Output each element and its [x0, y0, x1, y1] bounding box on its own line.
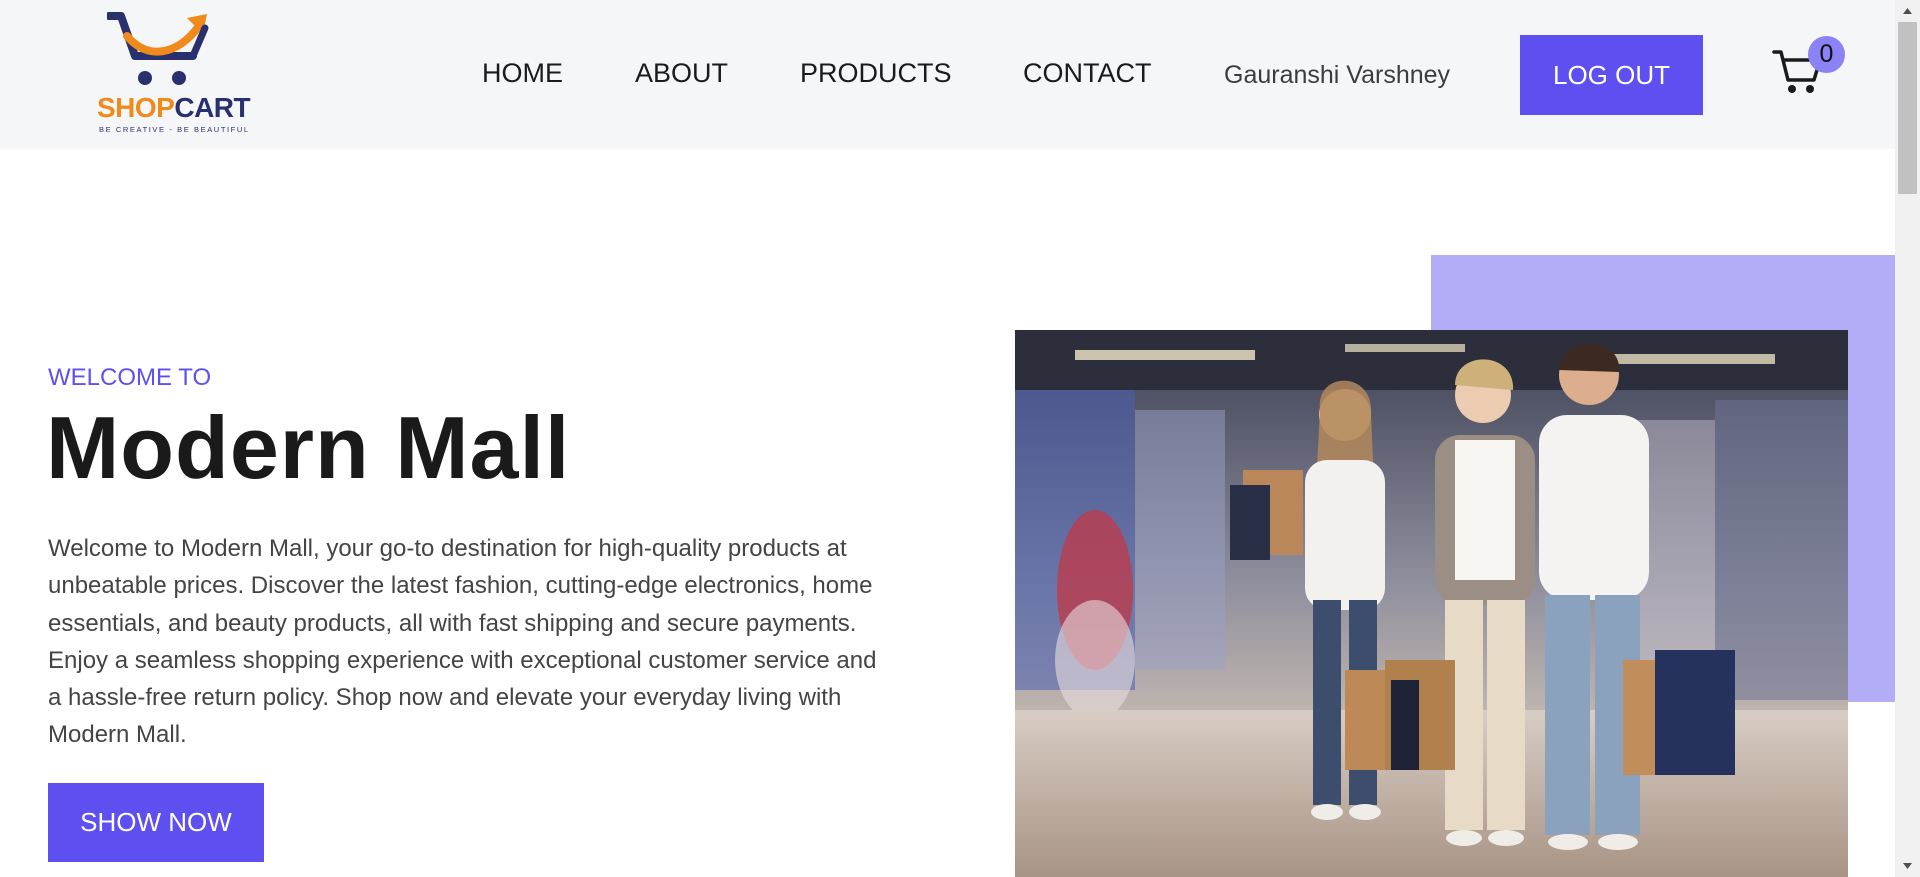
shopcart-logo[interactable]: SHOPCART BE CREATIVE - BE BEAUTIFUL [95, 12, 251, 137]
scroll-down-arrow-icon[interactable] [1895, 855, 1920, 877]
hero-description: Welcome to Modern Mall, your go-to desti… [48, 535, 877, 749]
cart-count-badge: 0 [1808, 36, 1845, 73]
logo-tagline: BE CREATIVE - BE BEAUTIFUL [99, 125, 250, 134]
family-shopping-photo [1015, 330, 1848, 877]
nav-about-link[interactable]: ABOUT [635, 58, 728, 89]
user-name: Gauranshi Varshney [1224, 61, 1451, 89]
hero-title: Modern Mall [46, 398, 571, 497]
page-scrollbar[interactable] [1895, 0, 1920, 877]
nav-home-link[interactable]: HOME [482, 58, 563, 89]
site-header: SHOPCART BE CREATIVE - BE BEAUTIFUL HOME… [0, 0, 1895, 149]
show-now-button[interactable]: SHOW NOW [48, 783, 264, 862]
logout-button[interactable]: LOG OUT [1520, 35, 1703, 115]
nav-products-link[interactable]: PRODUCTS [800, 58, 952, 89]
logo-word-cart: CART [174, 92, 251, 123]
logo-word-shop: SHOP [97, 92, 175, 123]
shopping-cart-arrow-logo-icon [107, 12, 209, 85]
hero-eyebrow: WELCOME TO [48, 364, 212, 391]
scroll-up-arrow-icon[interactable] [1895, 0, 1920, 22]
nav-contact-link[interactable]: CONTACT [1023, 58, 1152, 89]
logo-wordmark: SHOPCART [97, 92, 251, 124]
scrollbar-thumb[interactable] [1898, 22, 1917, 194]
